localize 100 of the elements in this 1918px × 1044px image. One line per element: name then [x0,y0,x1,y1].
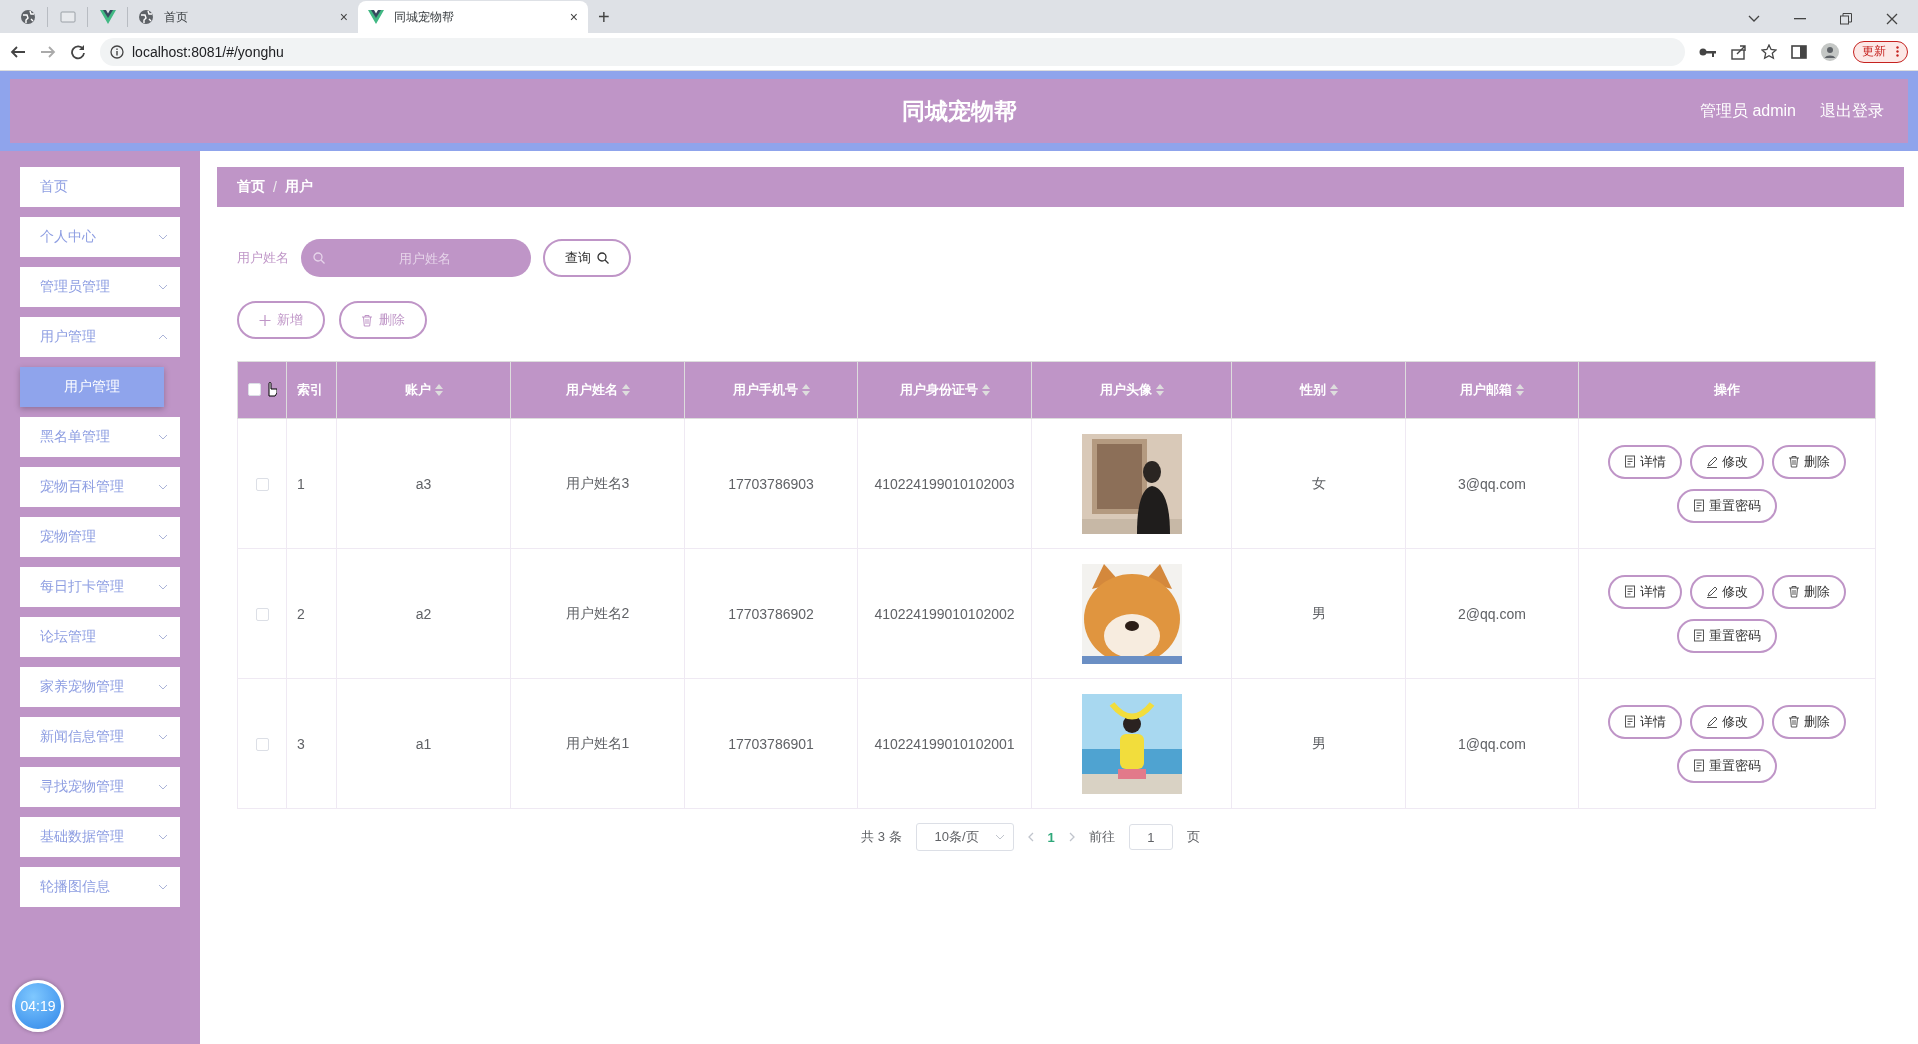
close-icon[interactable]: × [569,9,578,25]
row-checkbox[interactable] [255,478,269,492]
sidebar-item[interactable]: 新闻信息管理 [20,717,180,757]
edit-button[interactable]: 修改 [1690,444,1764,479]
delete-button[interactable]: 删除 [339,301,427,339]
column-header[interactable]: 用户身份证号 [899,381,990,399]
page-size-select[interactable]: 10条/页 [915,823,1014,851]
sort-icon[interactable] [981,384,990,396]
row-checkbox[interactable] [255,608,269,622]
chevron-down-icon [158,734,168,740]
edit-button[interactable]: 修改 [1690,704,1764,739]
document-icon [1624,455,1636,468]
forward-arrow-icon[interactable] [40,43,56,60]
sidebar-item[interactable]: 宠物百科管理 [20,467,180,507]
table-cell: 410224199010102002 [874,605,1015,622]
sort-icon[interactable] [801,384,810,396]
sidebar-item[interactable]: 每日打卡管理 [20,567,180,607]
column-header[interactable]: 用户头像 [1099,381,1164,399]
table-cell: 17703786902 [728,605,814,622]
chevron-down-icon[interactable] [1748,15,1760,23]
delete-button[interactable]: 删除 [1772,704,1846,739]
restore-icon[interactable] [1840,13,1852,25]
reload-icon[interactable] [70,43,86,60]
page-input[interactable]: 1 [1128,824,1173,850]
new-tab-icon[interactable]: + [598,6,610,29]
reset-password-button[interactable]: 重置密码 [1677,488,1777,523]
add-button[interactable]: 新增 [237,301,325,339]
close-icon[interactable]: × [339,9,348,25]
chevron-down-icon [158,784,168,790]
edit-button[interactable]: 修改 [1690,574,1764,609]
details-button[interactable]: 详情 [1608,444,1682,479]
reset-password-button[interactable]: 重置密码 [1677,618,1777,653]
back-arrow-icon[interactable] [10,43,26,60]
share-icon[interactable] [1731,43,1747,60]
sort-icon[interactable] [621,384,630,396]
sidebar-item[interactable]: 家养宠物管理 [20,667,180,707]
delete-button[interactable]: 删除 [1772,444,1846,479]
search-field[interactable]: 用户姓名 [301,239,531,277]
sidebar-item[interactable]: 首页 [20,167,180,207]
trash-icon [361,313,373,327]
page-icon [59,9,76,25]
browser-tab[interactable]: 首页 × [128,1,358,33]
sidebar-item[interactable]: 轮播图信息 [20,867,180,907]
sidebar-item[interactable]: 宠物管理 [20,517,180,557]
sidebar-item[interactable]: 管理员管理 [20,267,180,307]
app-title: 同城宠物帮 [901,96,1017,126]
clock-badge[interactable]: 04:19 [12,980,64,1032]
submenu-item[interactable]: 用户管理 [20,367,164,407]
sidebar-item[interactable]: 寻找宠物管理 [20,767,180,807]
side-panel-icon[interactable] [1791,43,1807,60]
minimize-icon[interactable] [1794,18,1806,20]
chevron-left-icon[interactable] [1027,832,1034,842]
tab-title: 同城宠物帮 [394,8,455,26]
chevron-down-icon [158,234,168,240]
table-cell: 17703786903 [728,475,814,492]
column-header[interactable]: 性别 [1299,381,1338,399]
reset-password-button[interactable]: 重置密码 [1677,748,1777,783]
search-icon [597,252,609,264]
sort-icon[interactable] [1516,384,1524,396]
sidebar-item[interactable]: 个人中心 [20,217,180,257]
sort-icon[interactable] [1155,384,1164,396]
profile-icon[interactable] [1821,42,1839,61]
select-all-checkbox[interactable] [247,382,261,396]
query-button[interactable]: 查询 [543,239,631,277]
sort-icon[interactable] [434,384,443,396]
more-icon [1896,46,1899,57]
logout-link[interactable]: 退出登录 [1820,100,1884,122]
column-header[interactable]: 用户邮箱 [1460,381,1524,399]
page-number[interactable]: 1 [1047,829,1055,845]
field-label: 用户姓名 [237,249,289,267]
column-header[interactable]: 用户姓名 [565,381,630,399]
row-checkbox[interactable] [255,738,269,752]
chevron-right-icon[interactable] [1068,832,1075,842]
chevron-down-icon [158,684,168,690]
details-button[interactable]: 详情 [1608,704,1682,739]
sidebar-item[interactable]: 基础数据管理 [20,817,180,857]
breadcrumb-item[interactable]: 首页 [237,178,265,196]
column-header: 索引 [297,381,323,399]
details-button[interactable]: 详情 [1608,574,1682,609]
page-suffix: 页 [1186,828,1200,846]
column-header[interactable]: 账户 [404,381,443,399]
sort-icon[interactable] [1329,384,1338,396]
update-button[interactable]: 更新 [1853,40,1908,63]
column-header: 操作 [1714,381,1740,399]
address-bar[interactable]: localhost:8081/#/yonghu [100,37,1685,66]
delete-button[interactable]: 删除 [1772,574,1846,609]
sidebar-item[interactable]: 黑名单管理 [20,417,180,457]
star-icon[interactable] [1761,43,1777,60]
sidebar-item[interactable]: 论坛管理 [20,617,180,657]
close-icon[interactable] [1886,13,1898,25]
chevron-down-icon [158,284,168,290]
table-cell: 用户姓名3 [565,474,630,491]
plus-icon [259,313,271,327]
globe-icon [138,9,154,25]
breadcrumb-item: 用户 [284,178,313,196]
browser-tab[interactable]: 同城宠物帮 × [358,1,588,33]
sidebar-item[interactable]: 用户管理 [20,317,180,357]
column-header[interactable]: 用户手机号 [732,381,810,399]
table-cell: 17703786901 [728,735,814,752]
document-icon [1624,715,1636,728]
